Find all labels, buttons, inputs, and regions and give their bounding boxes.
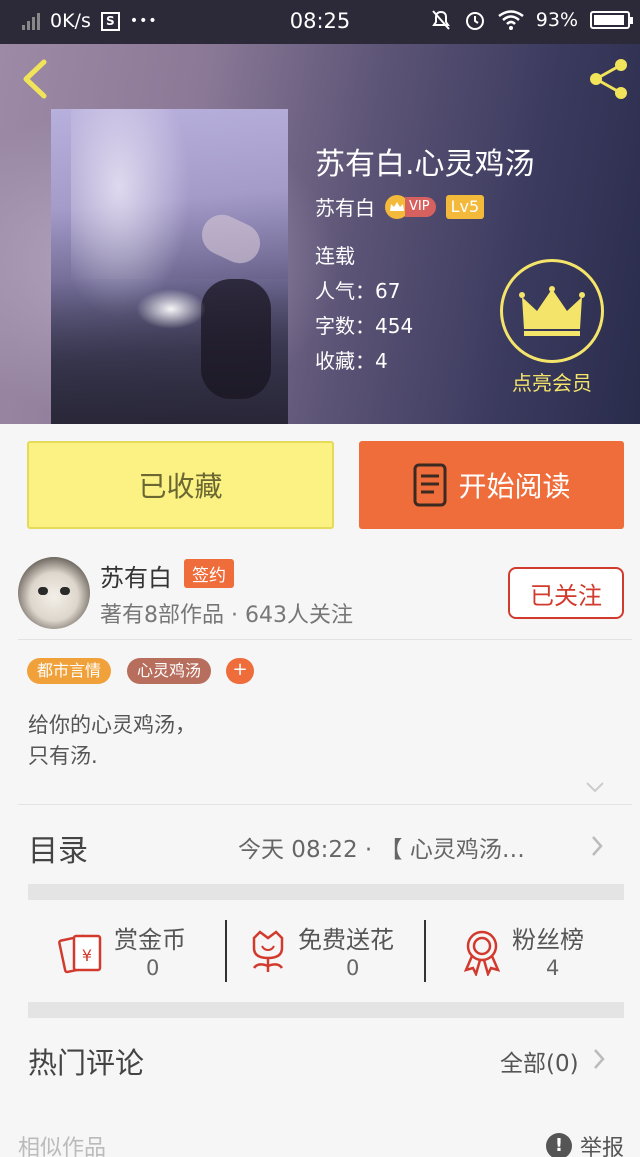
flower-icon — [252, 930, 284, 972]
wifi-icon — [498, 10, 524, 30]
fan-ranking-stat[interactable]: 粉丝榜 4 — [458, 920, 608, 982]
battery-icon — [590, 11, 633, 29]
chevron-right-icon[interactable] — [592, 1047, 606, 1071]
all-comments-link[interactable]: 全部(0) — [500, 1044, 579, 1078]
signed-badge: 签约 — [184, 559, 234, 588]
hot-comments-label: 热门评论 — [28, 1046, 145, 1080]
book-header: 苏有白.心灵鸡汤 苏有白 VIP Lv5 连载 人气：67 字数：454 收藏：… — [0, 44, 640, 424]
book-author-row: 苏有白 VIP Lv5 — [315, 192, 485, 221]
author-name[interactable]: 苏有白 — [100, 558, 172, 593]
level-badge: Lv5 — [445, 194, 485, 219]
red-envelope-icon: ¥ — [58, 934, 102, 974]
vip-badge: VIP — [385, 194, 436, 219]
section-separator — [28, 884, 624, 900]
book-author[interactable]: 苏有白 — [315, 192, 375, 221]
similar-works-label: 相似作品 — [18, 1136, 107, 1157]
book-title: 苏有白.心灵鸡汤 — [315, 147, 535, 182]
expand-chevron-icon[interactable] — [585, 780, 605, 794]
author-stats: 著有8部作品 · 643人关注 — [100, 603, 353, 628]
stat-divider — [225, 920, 227, 982]
following-button[interactable]: 已关注 — [508, 567, 624, 619]
book-favorites: 收藏：4 — [315, 349, 388, 373]
favorited-button[interactable]: 已收藏 — [27, 441, 334, 529]
back-arrow-icon[interactable] — [16, 56, 52, 102]
book-word-count: 字数：454 — [315, 314, 414, 338]
medal-icon — [463, 930, 501, 976]
report-button[interactable]: ! 举报 — [546, 1130, 624, 1157]
book-popularity: 人气：67 — [315, 279, 401, 303]
reward-coins-stat[interactable]: ¥ 赏金币 0 — [58, 920, 218, 982]
tag-0[interactable]: 都市言情 — [27, 658, 112, 684]
stat-divider — [424, 920, 426, 982]
share-icon[interactable] — [584, 54, 634, 104]
activate-vip-label: 点亮会员 — [512, 371, 592, 395]
book-icon — [413, 463, 447, 507]
alert-icon: ! — [546, 1133, 572, 1157]
book-status: 连载 — [315, 244, 355, 268]
add-tag-button[interactable]: + — [226, 658, 254, 684]
divider — [18, 639, 632, 640]
alarm-icon — [465, 12, 484, 30]
author-avatar[interactable] — [18, 557, 90, 629]
free-flower-stat[interactable]: 免费送花 0 — [244, 920, 414, 982]
battery-percent: 93% — [535, 9, 578, 31]
svg-text:¥: ¥ — [82, 946, 92, 965]
start-reading-button[interactable]: 开始阅读 — [359, 441, 624, 529]
crown-icon — [519, 286, 585, 336]
catalog-label[interactable]: 目录 — [28, 826, 88, 870]
section-separator — [28, 1002, 624, 1018]
chevron-right-icon[interactable] — [590, 834, 604, 858]
status-bar: 0K/s S ••• 08:25 93% — [0, 0, 640, 44]
book-cover[interactable] — [51, 109, 288, 424]
tag-1[interactable]: 心灵鸡汤 — [127, 658, 212, 684]
book-intro: 给你的心灵鸡汤， 只有汤. — [28, 713, 196, 768]
catalog-latest-chapter[interactable]: 今天 08:22 · 【 心灵鸡汤… — [238, 830, 525, 864]
book-meta: 连载 人气：67 字数：454 收藏：4 — [315, 239, 413, 379]
divider — [18, 804, 632, 805]
mute-bell-icon — [431, 10, 450, 30]
activate-vip-button[interactable]: 点亮会员 — [500, 259, 604, 396]
